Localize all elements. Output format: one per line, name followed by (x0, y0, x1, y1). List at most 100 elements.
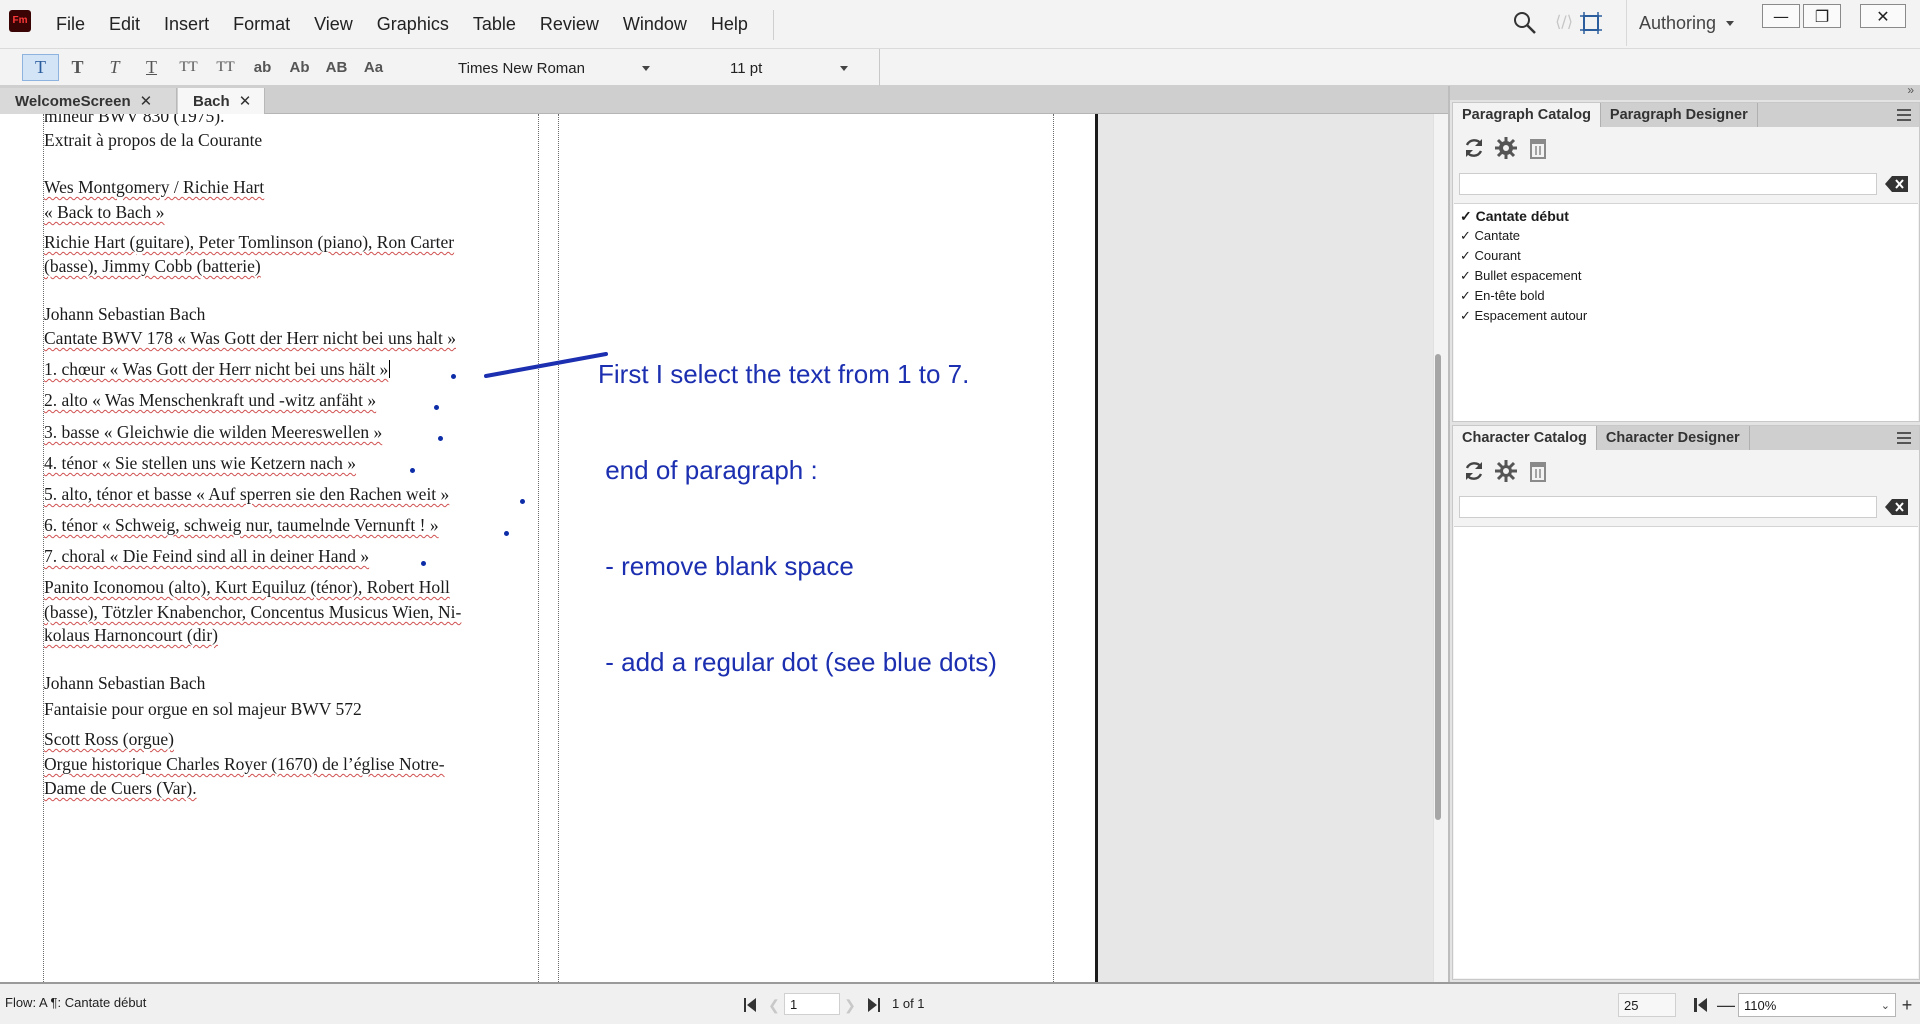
panel-tools (1459, 135, 1555, 161)
initial-caps-button[interactable]: Ab (281, 54, 318, 81)
menu-file[interactable]: File (44, 0, 97, 48)
minimize-button[interactable]: — (1762, 4, 1800, 28)
character-search-input[interactable] (1459, 496, 1877, 518)
zoom-value: 110% (1744, 997, 1777, 1013)
menu-items: File Edit Insert Format View Graphics Ta… (44, 0, 760, 48)
zoom-out-icon[interactable]: — (1717, 994, 1735, 1016)
right-panel-dock: » Paragraph Catalog Paragraph Designer ✓… (1448, 83, 1920, 982)
menu-review[interactable]: Review (528, 0, 611, 48)
change-case-button[interactable]: Aa (355, 54, 392, 81)
uppercase-button[interactable]: AB (318, 54, 355, 81)
panel-menu-icon[interactable] (1897, 432, 1911, 444)
search-icon[interactable] (1512, 10, 1538, 36)
menu-insert[interactable]: Insert (152, 0, 221, 48)
format-toolbar: T T T T TT TT ab Ab AB Aa Times New Roma… (0, 48, 1920, 86)
menu-table[interactable]: Table (461, 0, 528, 48)
trash-icon[interactable] (1523, 458, 1553, 484)
previous-page-icon[interactable]: ❮ (766, 994, 782, 1016)
frame-icon[interactable] (1578, 10, 1604, 36)
menu-separator (773, 10, 774, 40)
underline-button[interactable]: T (133, 54, 170, 81)
zoom-in-icon[interactable]: + (1898, 994, 1916, 1016)
document-view[interactable]: mineur BWV 830 (1975). Extrait à propos … (0, 114, 1448, 982)
zoom-step-input[interactable]: 25 (1618, 993, 1676, 1017)
pasteboard (1095, 114, 1433, 982)
gear-icon[interactable] (1491, 135, 1521, 161)
workspace-dropdown[interactable]: Authoring (1626, 0, 1735, 46)
panel-tools (1459, 458, 1555, 484)
annotation-line: - remove blank space (598, 551, 854, 581)
page-number-input[interactable]: 1 (784, 993, 840, 1015)
scrollbar-thumb[interactable] (1435, 354, 1441, 820)
tab-welcome-screen[interactable]: WelcomeScreen ✕ (0, 88, 177, 114)
clear-search-icon[interactable] (1885, 498, 1909, 516)
lowercase-button[interactable]: ab (244, 54, 281, 81)
first-page-icon[interactable] (740, 994, 760, 1016)
font-family-dropdown[interactable]: Times New Roman (448, 55, 654, 81)
font-size-dropdown[interactable]: 11 pt (722, 55, 852, 81)
chevron-down-icon: ⌄ (1880, 999, 1890, 1012)
menu-help[interactable]: Help (699, 0, 760, 48)
document-tab-bar: WelcomeScreen ✕ Bach ✕ (0, 86, 1448, 114)
menu-bar: Fm File Edit Insert Format View Graphics… (0, 0, 1920, 48)
plain-text-button[interactable]: T (22, 54, 59, 81)
tab-character-designer[interactable]: Character Designer (1597, 426, 1750, 450)
refresh-icon[interactable] (1459, 458, 1489, 484)
tab-character-catalog[interactable]: Character Catalog (1453, 426, 1597, 450)
menu-view[interactable]: View (302, 0, 365, 48)
tab-paragraph-catalog[interactable]: Paragraph Catalog (1453, 103, 1601, 127)
vertical-scrollbar[interactable] (1433, 114, 1448, 982)
text-style-buttons: T T T T TT TT ab Ab AB Aa (22, 54, 392, 81)
refresh-icon[interactable] (1459, 135, 1489, 161)
workspace-label: Authoring (1639, 12, 1717, 33)
tab-bach[interactable]: Bach ✕ (178, 88, 265, 114)
chevron-down-icon (840, 65, 848, 71)
list-item[interactable]: ✓ Espacement autour (1454, 306, 1918, 326)
code-view-icon[interactable]: ⟨/⟩ (1552, 12, 1576, 34)
framemaker-logo: Fm (9, 10, 31, 32)
toolbar-separator (879, 49, 880, 86)
list-item[interactable]: ✓ Courant (1454, 246, 1918, 266)
menu-format[interactable]: Format (221, 0, 302, 48)
last-page-icon[interactable] (864, 994, 884, 1016)
zoom-dropdown[interactable]: 110% ⌄ (1738, 993, 1896, 1017)
close-icon[interactable]: ✕ (140, 92, 153, 110)
subscript-button[interactable]: TT (207, 54, 244, 81)
tab-label: WelcomeScreen (15, 92, 131, 110)
list-item[interactable]: ✓ Cantate début (1454, 206, 1918, 226)
list-item[interactable]: ✓ En-tête bold (1454, 286, 1918, 306)
menu-window[interactable]: Window (611, 0, 699, 48)
panel-menu-icon[interactable] (1897, 109, 1911, 121)
close-icon[interactable]: ✕ (239, 92, 252, 110)
status-bar: Flow: A ¶: Cantate début ❮ 1 ❯ 1 of 1 25… (0, 982, 1920, 1024)
annotation-line: First I select the text from 1 to 7. (598, 359, 970, 389)
character-format-list (1454, 526, 1918, 978)
panel-tabs: Paragraph Catalog Paragraph Designer (1453, 103, 1919, 127)
clear-search-icon[interactable] (1885, 175, 1909, 193)
font-size-value: 11 pt (730, 59, 763, 77)
next-page-icon[interactable]: ❯ (842, 994, 858, 1016)
paragraph-search-input[interactable] (1459, 173, 1877, 195)
page-count: 1 of 1 (892, 996, 925, 1011)
bold-button[interactable]: T (59, 54, 96, 81)
collapse-panels-icon[interactable]: » (1907, 83, 1914, 97)
superscript-button[interactable]: TT (170, 54, 207, 81)
paragraph-catalog-panel: Paragraph Catalog Paragraph Designer ✓ C… (1452, 102, 1920, 422)
italic-button[interactable]: T (96, 54, 133, 81)
list-item[interactable]: ✓ Cantate (1454, 226, 1918, 246)
panel-dock-header: » (1450, 83, 1920, 100)
trash-icon[interactable] (1523, 135, 1553, 161)
close-window-button[interactable]: ✕ (1860, 4, 1906, 28)
gear-icon[interactable] (1491, 458, 1521, 484)
menu-graphics[interactable]: Graphics (365, 0, 461, 48)
chevron-down-icon (1726, 20, 1735, 26)
annotation-line: end of paragraph : (598, 455, 818, 485)
restore-button[interactable]: ❐ (1803, 4, 1841, 28)
fit-window-icon[interactable] (1692, 994, 1710, 1016)
list-item[interactable]: ✓ Bullet espacement (1454, 266, 1918, 286)
annotation-note: First I select the text from 1 to 7. end… (598, 294, 997, 742)
tab-paragraph-designer[interactable]: Paragraph Designer (1601, 103, 1758, 127)
annotation-line: - add a regular dot (see blue dots) (598, 647, 997, 677)
paragraph-format-list: ✓ Cantate début ✓ Cantate ✓ Courant ✓ Bu… (1454, 203, 1918, 421)
menu-edit[interactable]: Edit (97, 0, 152, 48)
